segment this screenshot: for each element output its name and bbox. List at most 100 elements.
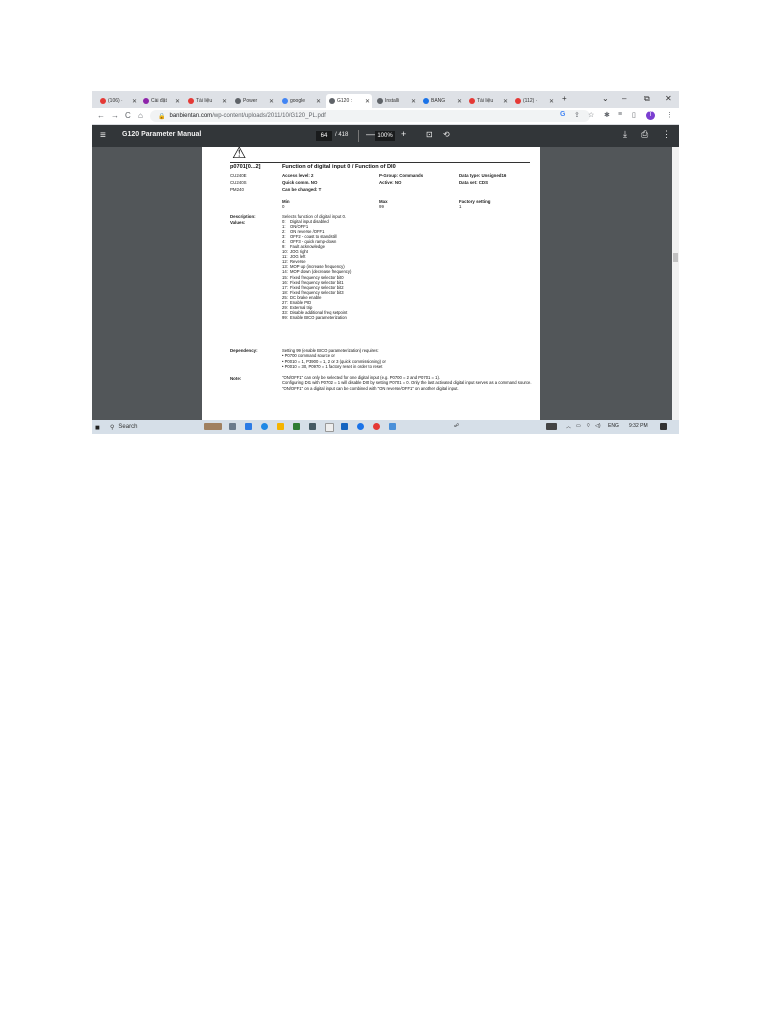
unit-label: CU240E	[230, 173, 247, 178]
keyboard-icon[interactable]	[546, 423, 557, 430]
browser-tab[interactable]: Power ✕	[232, 94, 276, 108]
file-explorer-icon[interactable]	[277, 423, 284, 430]
data-set: Data set: CDS	[459, 180, 489, 185]
pdf-viewer[interactable]: ⚠ p0701[0...2] Function of digital input…	[92, 147, 679, 420]
task-view-icon[interactable]	[229, 423, 236, 430]
browser-tab[interactable]: Installi ✕	[374, 94, 418, 108]
close-icon[interactable]: ✕	[132, 98, 137, 105]
note-label: Note:	[230, 376, 242, 381]
taskbar-search[interactable]: ⚲ Search	[110, 422, 205, 432]
minimize-button[interactable]: –	[622, 94, 626, 103]
param-title: Function of digital input 0 / Function o…	[282, 164, 396, 170]
chrome-icon[interactable]	[357, 423, 364, 430]
browser-tab-active[interactable]: G120 : ✕	[326, 94, 372, 108]
restore-button[interactable]: ⧉	[644, 94, 650, 104]
toolbar-divider	[358, 130, 359, 142]
page-number-input[interactable]: 64	[316, 131, 332, 141]
unit-label: PM240	[230, 187, 244, 192]
globe-icon	[235, 98, 241, 104]
data-type: Data type: Unsigned16	[459, 173, 507, 178]
min-value: 0	[282, 204, 285, 209]
clock[interactable]: 9:32 PM	[629, 423, 648, 429]
excel-icon[interactable]	[293, 423, 300, 430]
notification-icon[interactable]	[660, 423, 667, 430]
param-id: p0701[0...2]	[230, 164, 261, 170]
browser-tab[interactable]: google ✕	[279, 94, 323, 108]
download-icon[interactable]: ⤓	[623, 129, 627, 140]
p-group: P-Group: Commands	[379, 173, 424, 178]
search-icon: ⚲	[110, 424, 115, 431]
forward-button[interactable]: →	[111, 111, 119, 120]
youtube-icon	[515, 98, 521, 104]
active-flag: Active: NO	[379, 180, 402, 185]
reload-button[interactable]: C	[125, 111, 131, 120]
address-bar-row: ← → C ⌂ 🔒 banbientan.com/wp-content/uplo…	[92, 108, 679, 125]
home-button[interactable]: ⌂	[138, 111, 143, 120]
people-icon[interactable]: ☍	[454, 423, 459, 429]
new-tab-button[interactable]: +	[562, 94, 567, 103]
extensions-icon[interactable]: ✱	[604, 111, 610, 119]
google-icon	[282, 98, 288, 104]
browser-tab[interactable]: (112) · ✕	[512, 94, 556, 108]
browser-tab[interactable]: (106) · ✕	[97, 94, 139, 108]
zoom-in-button[interactable]: +	[401, 129, 406, 139]
zoom-out-button[interactable]: —	[366, 129, 375, 139]
reading-list-icon[interactable]: ≡	[618, 111, 622, 118]
close-window-button[interactable]: ✕	[665, 94, 672, 103]
browser-tab[interactable]: Cài đặt ✕	[140, 94, 182, 108]
share-icon[interactable]: ⇪	[574, 111, 580, 119]
sidebar-menu-icon[interactable]: ≡	[100, 130, 106, 141]
close-icon[interactable]: ✕	[269, 98, 274, 105]
close-icon[interactable]: ✕	[549, 98, 554, 105]
tray-chevron-icon[interactable]: ︿	[566, 423, 571, 430]
tab-search-icon[interactable]: ⌄	[602, 94, 609, 103]
windows-start-icon[interactable]: ■	[95, 423, 100, 432]
battery-icon[interactable]: ▭	[576, 423, 581, 429]
word-icon[interactable]	[341, 423, 348, 430]
rotate-icon[interactable]: ⟲	[443, 130, 450, 139]
close-icon[interactable]: ✕	[222, 98, 227, 105]
app-icon[interactable]	[325, 423, 334, 432]
profile-avatar[interactable]: T	[646, 111, 655, 120]
factory-value: 1	[459, 204, 462, 209]
volume-icon[interactable]: ◁)	[595, 423, 601, 429]
close-icon[interactable]: ✕	[365, 98, 370, 105]
close-icon[interactable]: ✕	[175, 98, 180, 105]
chrome-menu-icon[interactable]: ⋮	[666, 111, 673, 119]
edge-icon[interactable]	[261, 423, 268, 430]
side-panel-icon[interactable]: ▯	[632, 111, 636, 119]
globe-icon	[329, 98, 335, 104]
zoom-level-input[interactable]: 100%	[375, 131, 395, 141]
language-indicator[interactable]: ENG	[608, 423, 619, 429]
scrollbar-thumb[interactable]	[673, 253, 678, 262]
calculator-icon[interactable]	[309, 423, 316, 430]
list-item: 99: Enable BICO parameterization	[282, 314, 347, 320]
note-text: "ON/OFF1" can only be selected for one d…	[282, 375, 532, 391]
weather-widget-icon[interactable]	[204, 423, 222, 430]
pdf-toolbar: ≡ G120 Parameter Manual 64 / 418 — 100% …	[92, 125, 679, 147]
browser-tab[interactable]: Tài liệu ✕	[185, 94, 229, 108]
browser-tab[interactable]: BẢNG ✕	[420, 94, 464, 108]
back-button[interactable]: ←	[97, 111, 105, 120]
dependency-label: Dependency:	[230, 348, 258, 353]
close-icon[interactable]: ✕	[457, 98, 462, 105]
unit-label: CU240S	[230, 180, 247, 185]
scrollbar[interactable]	[672, 147, 679, 420]
close-icon[interactable]: ✕	[316, 98, 321, 105]
network-icon[interactable]: ⌔	[586, 423, 591, 429]
mail-icon[interactable]	[245, 423, 252, 430]
close-icon[interactable]: ✕	[411, 98, 416, 105]
bookmark-star-icon[interactable]: ☆	[588, 111, 594, 119]
more-options-icon[interactable]: ⋮	[662, 129, 671, 140]
notes-icon[interactable]	[389, 423, 396, 430]
lock-icon: 🔒	[158, 113, 166, 120]
close-icon[interactable]: ✕	[503, 98, 508, 105]
browser-tab[interactable]: Tài liệu ✕	[466, 94, 510, 108]
google-lens-icon[interactable]: G	[560, 111, 565, 118]
quick-comm: Quick comm. NO	[282, 180, 318, 185]
factory-label: Factory setting	[459, 199, 491, 204]
chrome-alt-icon[interactable]	[373, 423, 380, 430]
fit-page-icon[interactable]: ⊡	[426, 130, 433, 139]
url-field[interactable]: 🔒 banbientan.com/wp-content/uploads/2011…	[150, 110, 590, 122]
print-icon[interactable]: ⎙	[641, 129, 648, 140]
